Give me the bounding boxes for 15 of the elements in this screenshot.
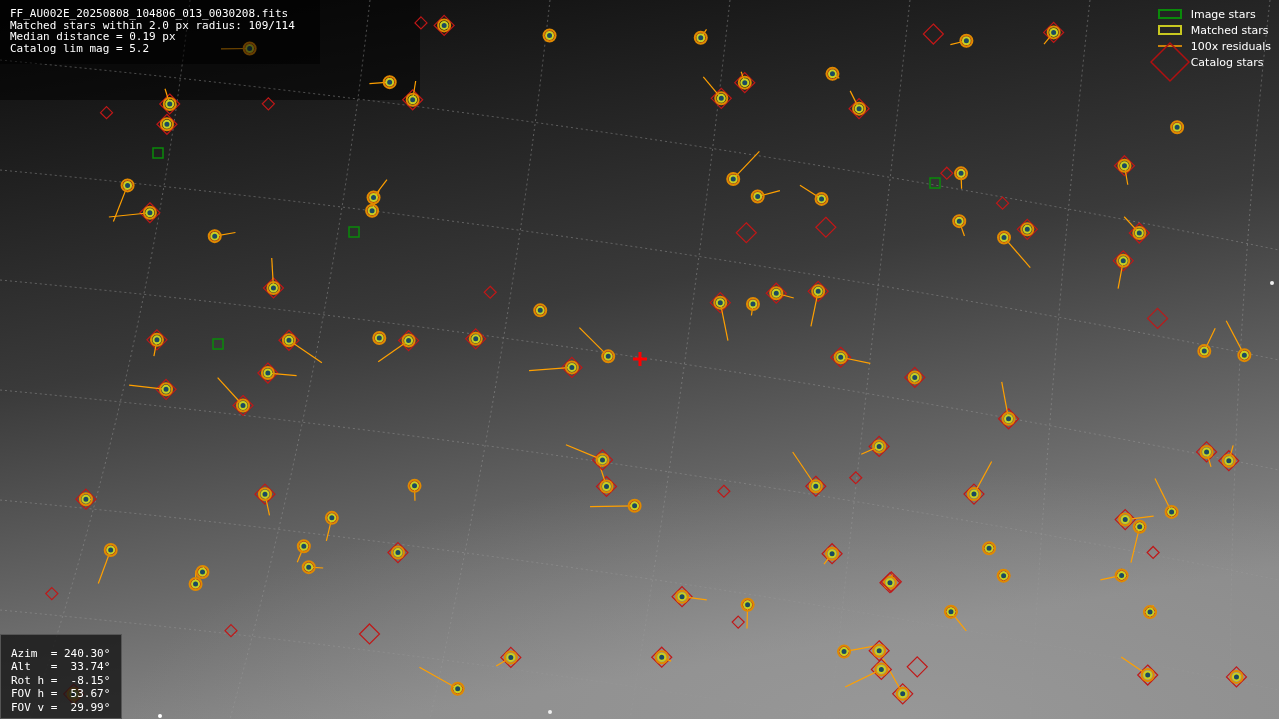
pointing-text: Rot h = -8.15° <box>11 673 111 687</box>
pointing-text: FOV v = 29.99° <box>11 700 111 714</box>
residual-line-icon <box>1157 45 1182 47</box>
info-text: Median distance = 0.19 px <box>10 31 176 43</box>
legend-label: Image stars <box>1190 7 1256 21</box>
info-text: Catalog lim mag = 5.2 <box>10 42 151 54</box>
info-text: Matched stars within 2.0 px radius: 109/114 <box>10 19 296 31</box>
info-text: FF_AU002E_20250808_104806_013_0030208.fits <box>10 8 290 20</box>
legend-label: Matched stars <box>1190 23 1269 37</box>
pointing-text: Azim = 240.30° <box>11 646 111 660</box>
legend-label: Catalog stars <box>1190 55 1264 69</box>
legend-label: 100x residuals <box>1190 39 1271 53</box>
catalog-diamond-icon <box>1149 42 1190 82</box>
pointing-text: FOV h = 53.67° <box>11 687 111 701</box>
pointing-text: Alt = 33.74° <box>11 660 111 674</box>
